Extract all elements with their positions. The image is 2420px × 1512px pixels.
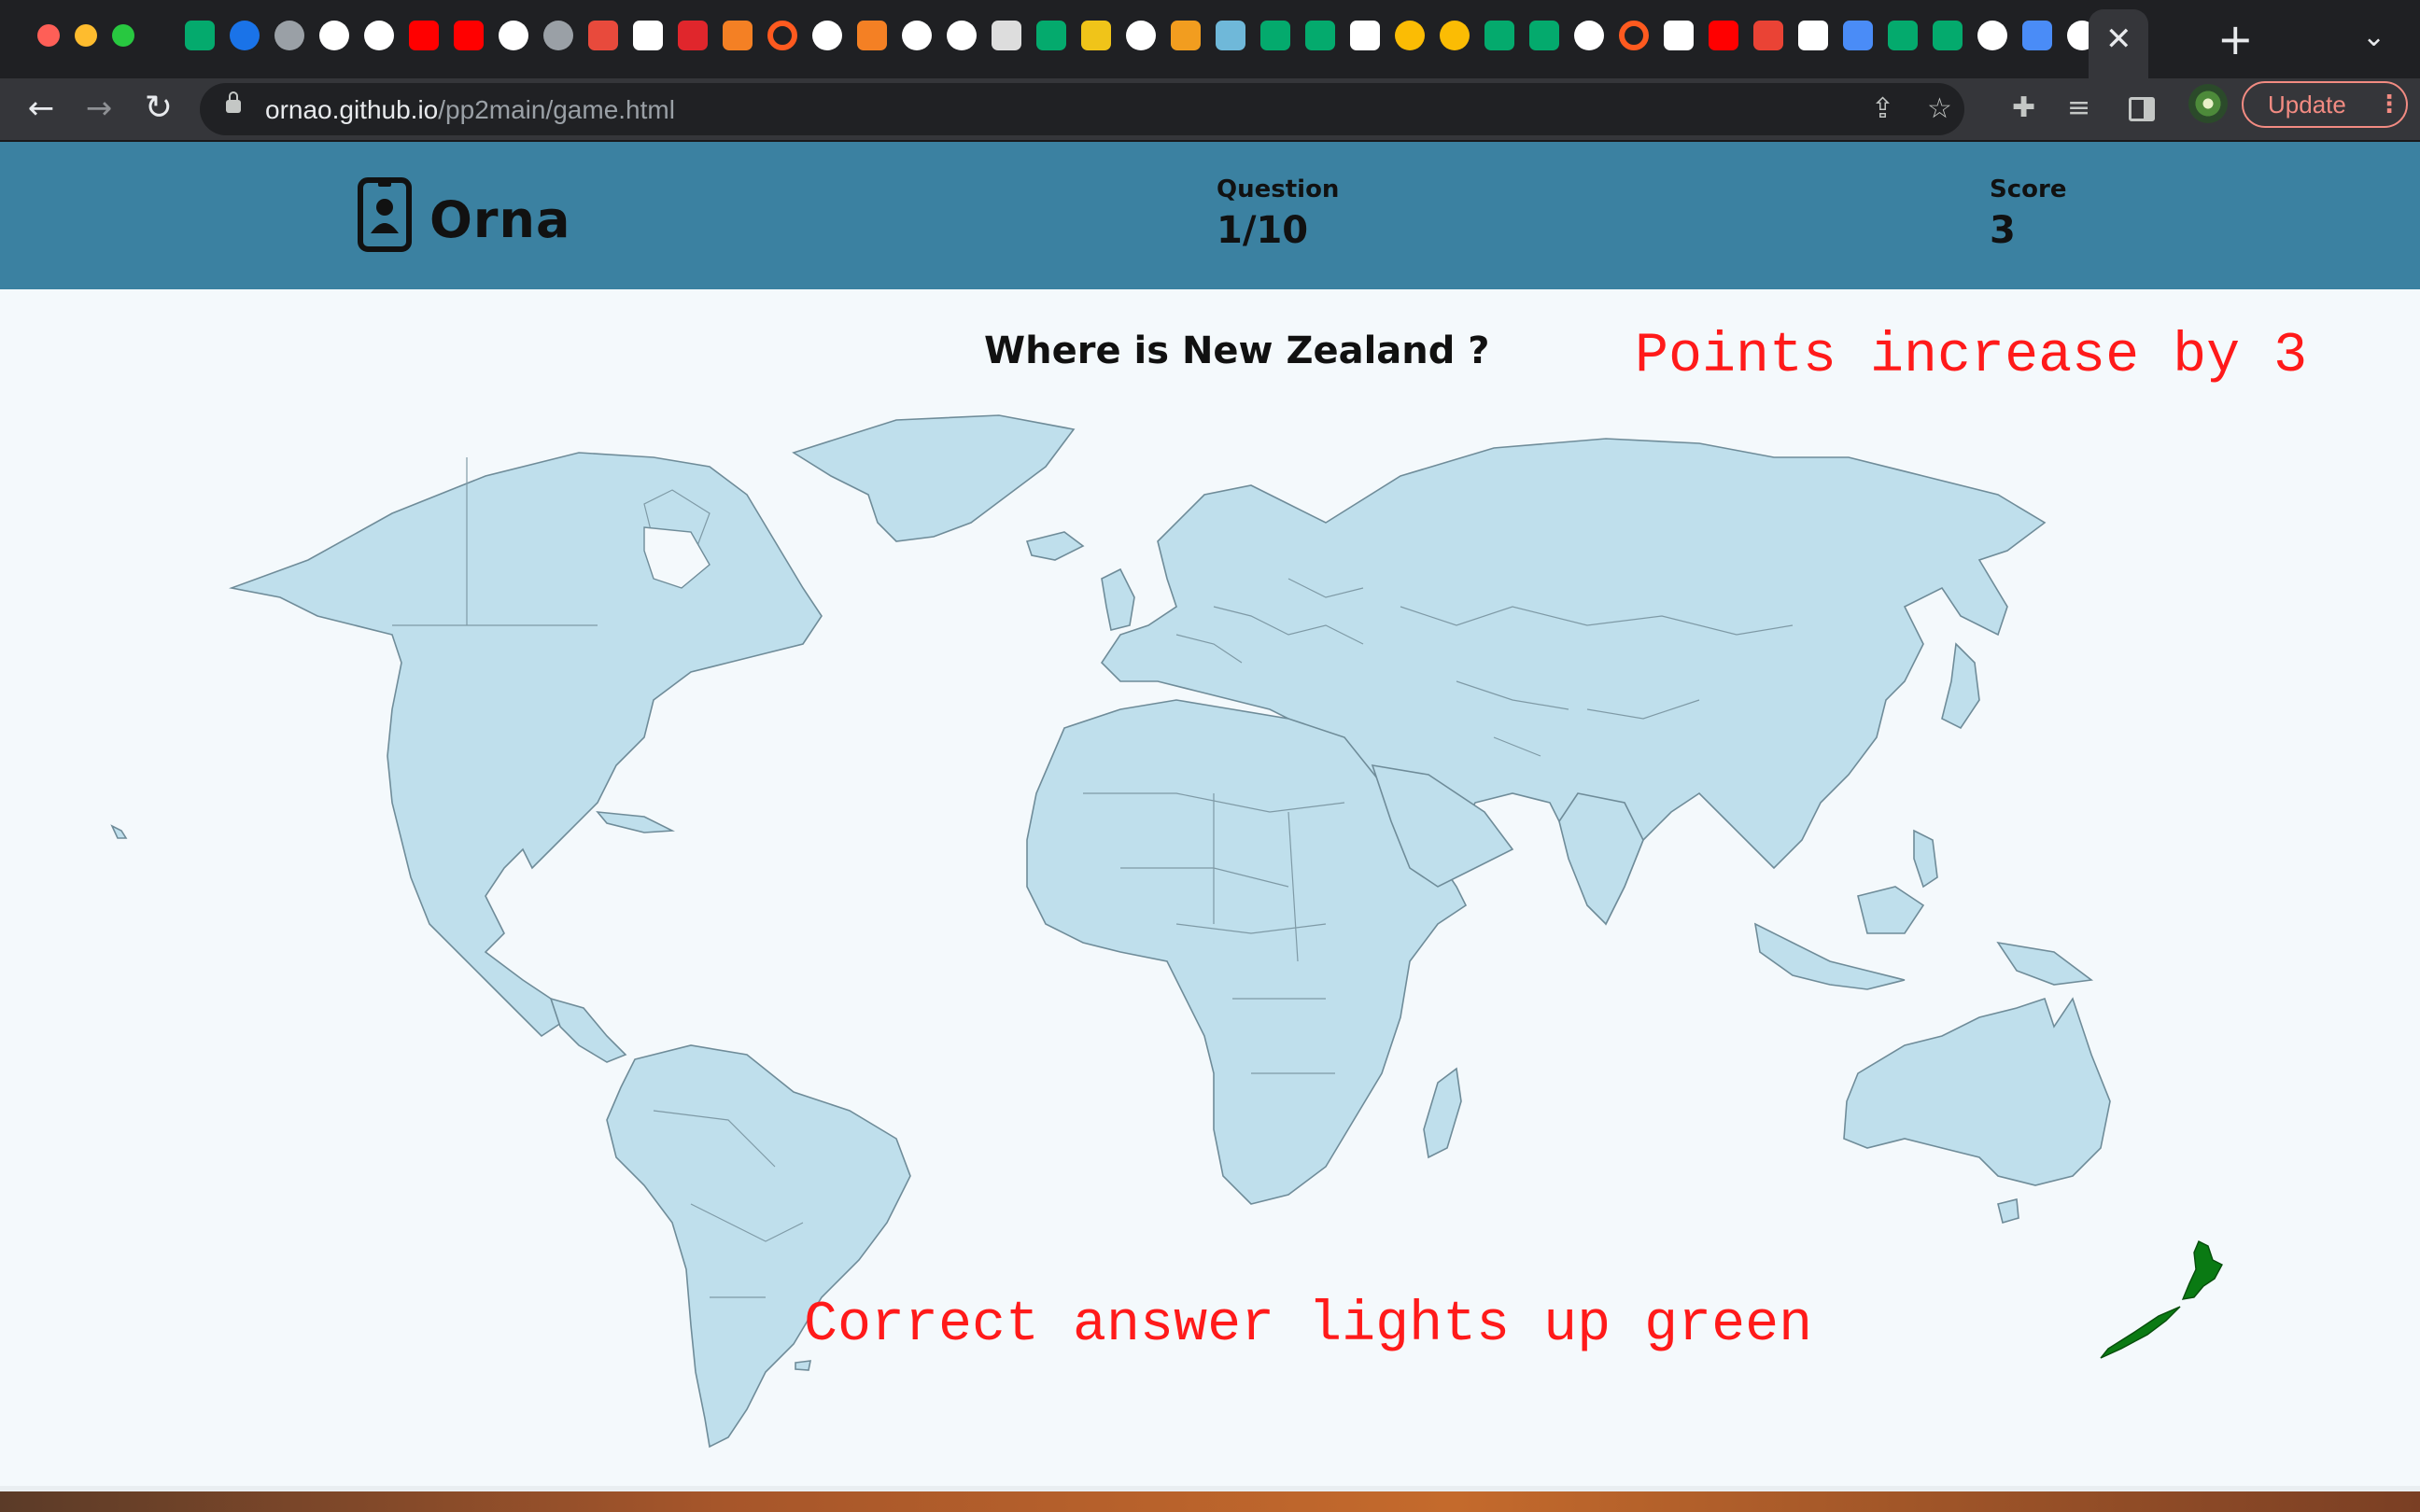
pencil-icon[interactable] [588,21,618,50]
country-japan[interactable] [1941,642,1980,730]
chrome-colour-icon[interactable] [1395,21,1425,50]
medium-icon[interactable] [1664,21,1694,50]
id-badge-icon [358,177,412,252]
country-madagascar[interactable] [1423,1067,1462,1159]
w3schools-icon[interactable] [185,21,215,50]
update-label: Update [2268,91,2346,119]
url-host: ornao.github.io [265,95,439,124]
browser-tab-strip: ✕ + ⌄ [0,0,2420,78]
stackoverflow-icon[interactable] [857,21,887,50]
country-falklands[interactable] [795,1360,812,1371]
w3schools-icon[interactable] [1933,21,1963,50]
w3schools-icon[interactable] [1888,21,1918,50]
flag-icon[interactable] [2022,21,2052,50]
annotation-points: Points increase by 3 [1635,325,2308,388]
w3schools-icon[interactable] [1305,21,1335,50]
url-path: /pp2main/game.html [438,95,675,124]
google-icon[interactable] [1574,21,1604,50]
new-tab-button[interactable]: + [2217,17,2254,62]
flag-icon[interactable] [1843,21,1873,50]
w3schools-icon[interactable] [1260,21,1290,50]
google-icon[interactable] [902,21,932,50]
youtube-icon[interactable] [454,21,484,50]
tab-favicon-list [177,21,2203,62]
map-icon[interactable] [1216,21,1245,50]
country-cuba[interactable] [596,811,675,833]
country-borneo[interactable] [1857,886,1925,934]
more-menu-icon[interactable]: ⋮ [2377,83,2401,126]
github-icon[interactable] [364,21,394,50]
address-bar[interactable]: ornao.github.io/pp2main/game.html ⇪ ☆ [200,83,1964,135]
desktop-dock-strip [0,1491,2420,1512]
w3schools-icon[interactable] [1529,21,1559,50]
country-greenland[interactable] [792,414,1076,542]
country-tasmania[interactable] [1997,1197,2019,1225]
extensions-puzzle-icon[interactable]: ✚ [2012,91,2035,125]
google-icon[interactable] [812,21,842,50]
chrome-icon[interactable] [1126,21,1156,50]
p-icon[interactable] [678,21,708,50]
maximize-window-button[interactable] [112,24,134,47]
side-panel-icon[interactable] [2129,97,2155,121]
question-label: Question [1217,175,1340,203]
ring-icon[interactable] [1619,21,1649,50]
country-north-america[interactable] [229,452,823,1038]
google-icon[interactable] [947,21,977,50]
g-orange-icon[interactable] [1171,21,1201,50]
gmail-icon[interactable] [1753,21,1783,50]
back-arrow-icon[interactable]: ← [21,88,62,129]
stackoverflow-icon[interactable] [723,21,753,50]
question-counter: 1/10 [1217,209,1309,252]
forward-arrow-icon[interactable]: → [78,88,120,129]
bookmark-star-icon[interactable]: ☆ [1927,92,1952,126]
ring-icon[interactable] [767,21,797,50]
close-tab-icon[interactable]: ✕ [2105,21,2132,58]
media-queue-icon[interactable]: ≡ [2067,91,2090,125]
youtube-icon[interactable] [1709,21,1738,50]
share-icon[interactable]: ⇪ [1871,92,1894,126]
country-australia[interactable] [1843,997,2111,1186]
t-icon[interactable] [1798,21,1828,50]
update-button[interactable]: Update ⋮ [2242,81,2408,128]
close-window-button[interactable] [37,24,60,47]
country-south-america[interactable] [606,1044,911,1449]
score-label: Score [1990,175,2067,203]
codepen-icon[interactable] [633,21,663,50]
reload-icon[interactable]: ↻ [138,88,179,129]
browser-toolbar: ← → ↻ ornao.github.io/pp2main/game.html … [0,78,2420,142]
minimize-window-button[interactable] [75,24,97,47]
country-philippines[interactable] [1913,829,1938,889]
profile-avatar[interactable] [2188,84,2228,123]
chrome-colour-icon[interactable] [1440,21,1470,50]
url-text[interactable]: ornao.github.io/pp2main/game.html [265,95,675,125]
country-iceland[interactable] [1025,531,1085,561]
country-hawaii[interactable] [110,824,128,839]
globe-icon[interactable] [543,21,573,50]
brand-name[interactable]: Orna [429,190,570,249]
country-central-america[interactable] [549,997,627,1063]
question-prompt: Where is New Zealand ? [984,329,1490,372]
score-value: 3 [1990,209,2016,252]
google-icon[interactable] [499,21,528,50]
annotation-correct: Correct answer lights up green [804,1294,1813,1357]
lock-icon[interactable] [226,91,241,113]
medium-icon[interactable] [1350,21,1380,50]
w3schools-icon[interactable] [1036,21,1066,50]
google-icon[interactable] [1977,21,2007,50]
country-papua[interactable] [1996,941,2094,986]
github-icon[interactable] [319,21,349,50]
globe-icon[interactable] [274,21,304,50]
country-new-zealand[interactable] [2100,1240,2223,1359]
w3schools-icon[interactable] [1484,21,1514,50]
country-uk[interactable] [1101,567,1135,631]
linux-icon[interactable] [1081,21,1111,50]
m-icon[interactable] [992,21,1021,50]
globe-icon[interactable] [230,21,260,50]
tab-search-chevron-icon[interactable]: ⌄ [2362,21,2385,53]
youtube-icon[interactable] [409,21,439,50]
